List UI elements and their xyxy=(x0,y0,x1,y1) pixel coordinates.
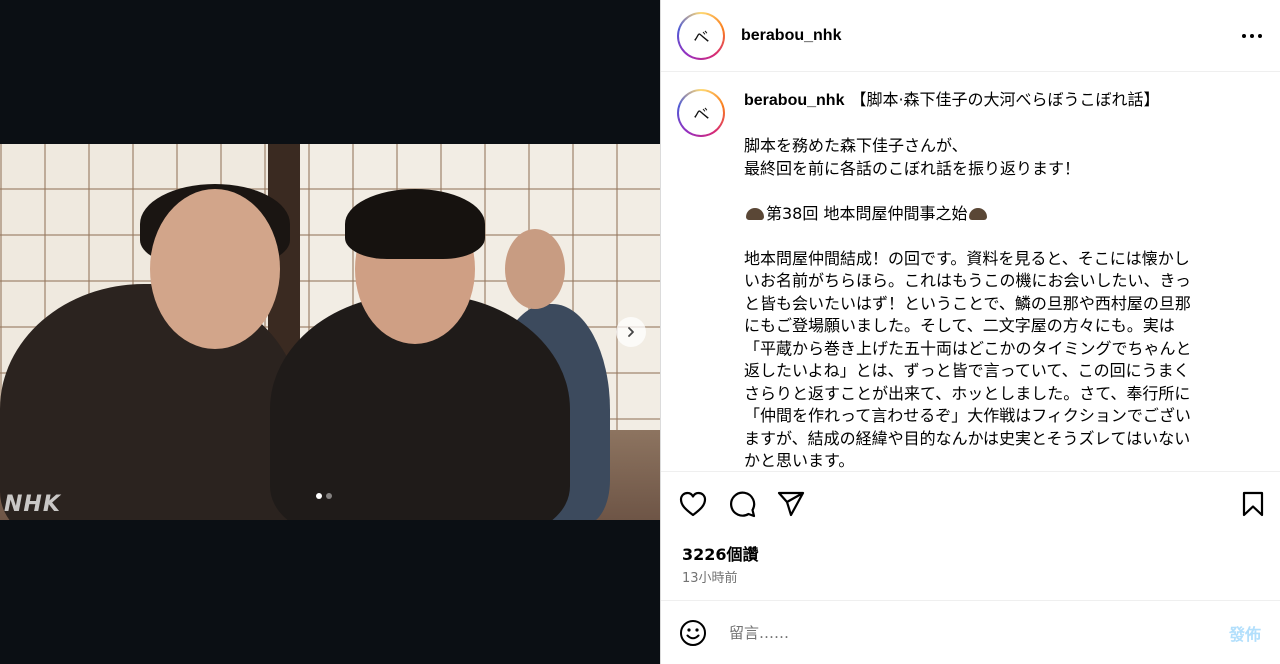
likes-count[interactable]: 3226個讚 xyxy=(682,541,759,565)
hat-emoji-icon xyxy=(746,207,764,220)
caption-line: 脚本を務めた森下佳子さんが、 xyxy=(744,136,968,155)
share-button[interactable] xyxy=(775,488,807,520)
caption-username[interactable]: berabou_nhk xyxy=(744,92,844,109)
caption-title-line: berabou_nhk 【脚本·森下佳子の大河べらぼうこぼれ話】 xyxy=(744,89,1244,113)
more-options-button[interactable] xyxy=(1240,24,1264,48)
carousel-next-button[interactable] xyxy=(616,317,646,347)
caption-body-line: かと思います。 xyxy=(744,451,855,470)
caption-body-line: 「仲間を作れって言わせるぞ」大作戦はフィクションでござい xyxy=(744,406,1191,425)
post-comment-button[interactable]: 發佈 xyxy=(1229,621,1261,645)
caption-episode: 第38回 地本問屋仲間事之始 xyxy=(766,203,968,223)
post-timestamp[interactable]: 13小時前 xyxy=(682,567,738,586)
avatar-image: べ xyxy=(679,13,723,58)
carousel-dot xyxy=(326,493,332,499)
share-icon xyxy=(777,491,805,517)
post-side-panel: べ berabou_nhk べ berabou_nhk 【脚本·森下佳子の大河べら… xyxy=(660,0,1280,664)
save-button[interactable] xyxy=(1237,488,1269,520)
more-icon xyxy=(1242,33,1262,38)
header-username[interactable]: berabou_nhk xyxy=(741,27,841,45)
carousel-dot-active xyxy=(316,493,322,499)
comment-icon xyxy=(730,491,756,518)
chevron-right-icon xyxy=(628,327,634,337)
caption-title: 【脚本·森下佳子の大河べらぼうこぼれ話】 xyxy=(850,90,1160,109)
nhk-watermark: NHK xyxy=(4,492,61,517)
post-header: べ berabou_nhk xyxy=(661,0,1280,72)
account-logo: べ xyxy=(691,26,711,48)
caption-body-line: ますが、結成の経緯や目的なんかは史実とそうズレてはいない xyxy=(744,428,1191,448)
caption-line: 最終回を前に各話のこぼれ話を振り返ります！ xyxy=(744,158,1081,178)
action-bar xyxy=(661,472,1280,536)
caption-body-line: さらりと返すことが出来て、ホッとしました。さて、奉行所に xyxy=(744,383,1191,403)
emoji-picker-button[interactable] xyxy=(677,617,709,649)
comment-button[interactable] xyxy=(726,488,758,520)
carousel-indicator xyxy=(316,493,332,499)
post-media: NHK xyxy=(0,0,660,664)
left-figure-head xyxy=(150,189,280,349)
caption-avatar[interactable]: べ xyxy=(677,89,725,137)
caption-body-line: いお名前がちらほら。これはもうこの機にお会いしたい、きっ xyxy=(744,271,1191,290)
caption-text: berabou_nhk 【脚本·森下佳子の大河べらぼうこぼれ話】 脚本を務めた森下… xyxy=(744,89,1244,471)
post-actions-section: 3226個讚 13小時前 xyxy=(661,471,1280,586)
heart-icon xyxy=(679,491,707,517)
comment-bar: 發佈 xyxy=(661,600,1280,664)
hat-emoji-icon xyxy=(969,207,988,220)
account-logo: べ xyxy=(691,103,711,126)
caption-body-line: にもご登場願いました。そして、二文字屋の方々にも。実は xyxy=(744,316,1175,335)
caption-body-line: と皆も会いたいはず！ということで、鱗の旦那や西村屋の旦那 xyxy=(744,293,1191,313)
caption-body-line: 地本問屋仲間結成！の回です。資料を見ると、そこには懐かし xyxy=(744,248,1190,268)
center-figure-hair xyxy=(345,189,485,259)
like-button[interactable] xyxy=(677,488,709,520)
comment-input[interactable] xyxy=(729,623,1229,642)
bookmark-icon xyxy=(1242,491,1264,517)
caption-avatar-image: べ xyxy=(679,91,723,135)
caption-body-line: 「平蔵から巻き上げた五十両はどこかのタイミングでちゃんと xyxy=(744,338,1192,358)
caption-body-line: 返したいよね」とは、ずっと皆で言っていて、この回にうまく xyxy=(744,361,1190,380)
caption-area: べ berabou_nhk 【脚本·森下佳子の大河べらぼうこぼれ話】 脚本を務めた… xyxy=(661,73,1280,471)
emoji-icon xyxy=(680,619,706,646)
caption-episode-line: 第38回 地本問屋仲間事之始 xyxy=(744,203,1244,226)
avatar[interactable]: べ xyxy=(677,11,725,60)
post-photo[interactable] xyxy=(0,144,660,520)
background-figure-head xyxy=(505,229,565,309)
